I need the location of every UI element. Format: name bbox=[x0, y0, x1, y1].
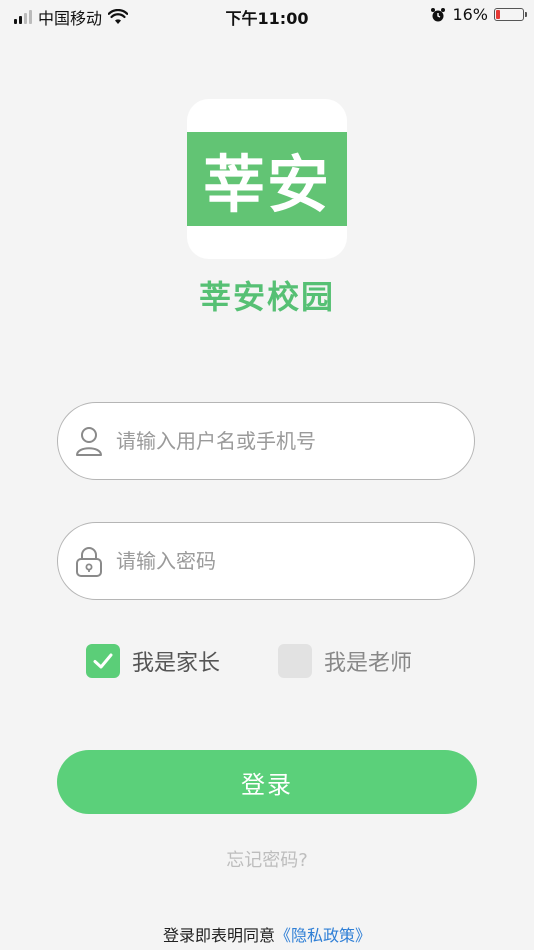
privacy-policy-link[interactable]: 《隐私政策》 bbox=[275, 926, 371, 945]
role-teacher[interactable]: 我是老师 bbox=[278, 644, 412, 678]
status-bar: 中国移动 下午11:00 16% bbox=[0, 0, 534, 30]
check-icon bbox=[93, 653, 113, 669]
logo-band: 莘安 bbox=[187, 132, 347, 226]
teacher-label: 我是老师 bbox=[324, 651, 413, 676]
username-input[interactable] bbox=[114, 428, 438, 454]
role-parent[interactable]: 我是家长 bbox=[86, 644, 220, 678]
forgot-password-link[interactable]: 忘记密码? bbox=[0, 846, 534, 872]
app-logo: 莘安 bbox=[187, 99, 347, 259]
app-name: 莘安校园 bbox=[198, 278, 335, 316]
battery-level bbox=[496, 10, 500, 19]
agreement-text: 登录即表明同意 bbox=[162, 926, 275, 945]
parent-checkbox[interactable] bbox=[86, 644, 120, 678]
privacy-agreement: 登录即表明同意《隐私政策》 bbox=[0, 922, 534, 946]
user-icon bbox=[76, 427, 102, 456]
battery-icon bbox=[494, 8, 527, 21]
password-field[interactable] bbox=[57, 522, 475, 600]
username-field[interactable] bbox=[57, 402, 475, 480]
logo-text: 莘安 bbox=[202, 148, 331, 221]
lock-icon bbox=[76, 547, 102, 577]
battery-percent: 16% bbox=[452, 5, 488, 24]
parent-label: 我是家长 bbox=[132, 651, 221, 676]
login-button[interactable]: 登录 bbox=[57, 750, 477, 814]
status-right: 16% bbox=[430, 5, 527, 24]
password-input[interactable] bbox=[114, 548, 438, 574]
alarm-icon bbox=[431, 7, 446, 21]
teacher-checkbox[interactable] bbox=[278, 644, 312, 678]
